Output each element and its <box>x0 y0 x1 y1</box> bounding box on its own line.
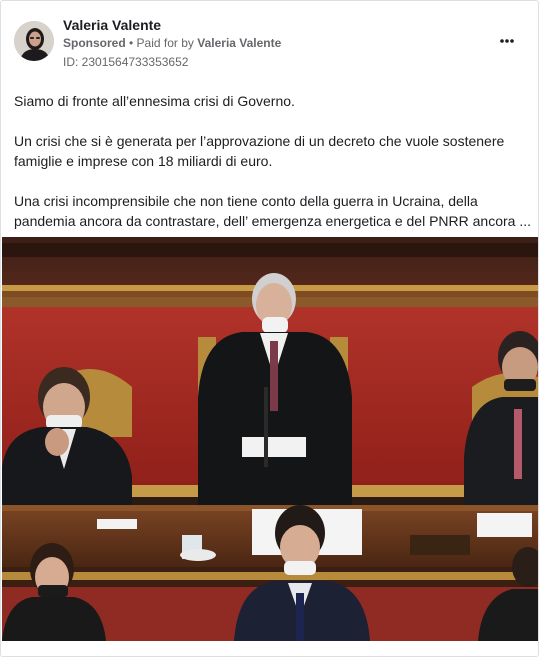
more-options-button[interactable] <box>495 31 519 51</box>
avatar-photo <box>14 21 54 61</box>
ad-card: Valeria Valente Sponsored • Paid for by … <box>0 0 539 657</box>
avatar[interactable] <box>14 21 54 61</box>
post-image[interactable] <box>2 237 538 641</box>
post-paragraph: Un crisi che si è generata per l’approva… <box>14 133 505 149</box>
post-paragraph: famiglie e imprese con 18 miliardi di eu… <box>14 153 273 169</box>
sponsored-label: Sponsored <box>63 36 126 50</box>
post-paragraph: Una crisi incomprensibile che non tiene … <box>14 193 478 209</box>
post-body: Siamo di fronte all’ennesima crisi di Go… <box>14 91 531 231</box>
ad-id: ID: 2301564733353652 <box>63 55 189 69</box>
meta-separator: • <box>125 36 137 50</box>
sponsored-line: Sponsored • Paid for by Valeria Valente <box>63 35 281 51</box>
post-paragraph: Siamo di fronte all’ennesima crisi di Go… <box>14 93 295 109</box>
author-name[interactable]: Valeria Valente <box>63 16 161 34</box>
paid-for-name[interactable]: Valeria Valente <box>197 36 281 50</box>
paid-for-label: Paid for by <box>136 36 198 50</box>
parliament-photo <box>2 237 538 641</box>
post-paragraph: pandemia ancora da contrastare, dell’ em… <box>14 213 531 229</box>
more-horizontal-icon <box>500 39 514 43</box>
post-header: Valeria Valente Sponsored • Paid for by … <box>1 1 538 77</box>
